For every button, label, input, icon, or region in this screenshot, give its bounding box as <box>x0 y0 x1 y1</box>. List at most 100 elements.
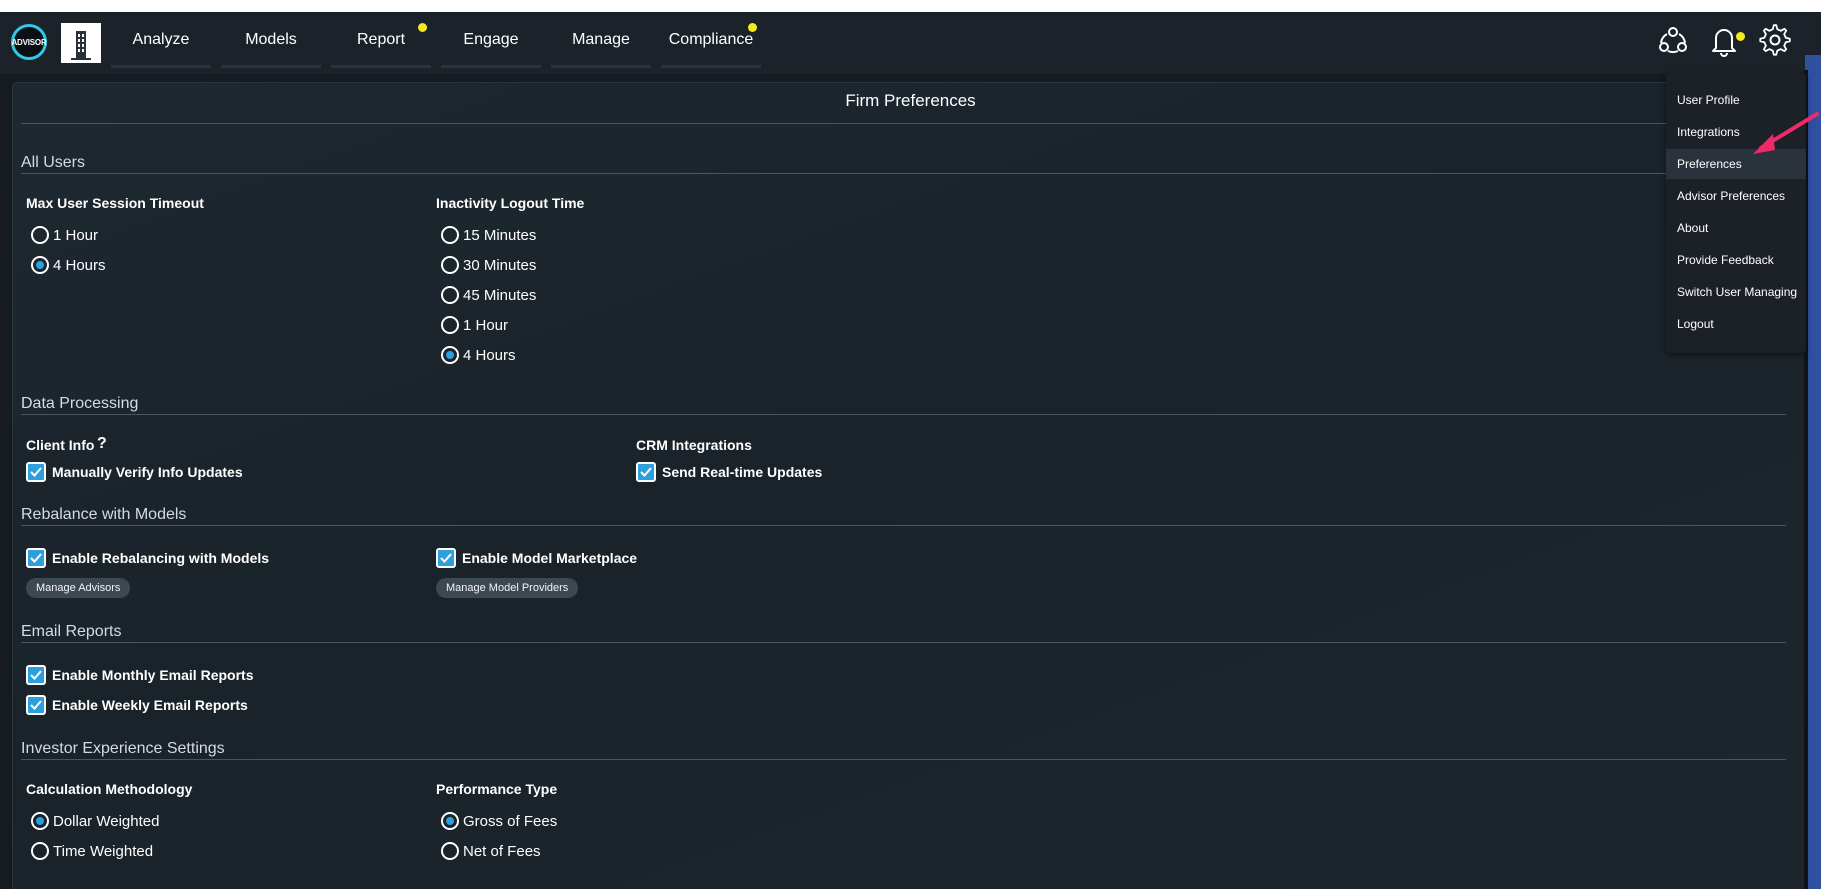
building-icon <box>71 31 91 60</box>
option-label: 45 Minutes <box>463 286 537 304</box>
nav-engage[interactable]: Engage <box>441 12 541 68</box>
radio-button[interactable] <box>441 286 459 304</box>
nav-compliance-label: Compliance <box>668 31 754 48</box>
firm-building-logo[interactable] <box>61 23 101 63</box>
radio-button[interactable] <box>441 316 459 334</box>
inactivity-option-45-minutes[interactable]: 45 Minutes <box>441 284 536 306</box>
checkbox-label: Enable Rebalancing with Models <box>52 550 270 566</box>
gear-icon[interactable] <box>1758 23 1792 57</box>
nav-models[interactable]: Models <box>221 12 321 68</box>
radio-button-selected[interactable] <box>31 256 49 274</box>
nav-underline <box>551 65 651 68</box>
checkbox-checked[interactable] <box>26 548 46 568</box>
menu-item-switch-user-managing[interactable]: Switch User Managing <box>1666 277 1806 307</box>
option-label: 1 Hour <box>53 226 99 244</box>
section-all-users: All Users <box>21 154 86 171</box>
title-divider <box>21 123 1786 124</box>
nav-analyze[interactable]: Analyze <box>111 12 211 68</box>
report-notification-dot <box>418 23 427 32</box>
compliance-notification-dot <box>748 23 757 32</box>
radio-button[interactable] <box>441 226 459 244</box>
option-label: 4 Hours <box>463 346 516 364</box>
menu-item-about[interactable]: About <box>1666 213 1806 243</box>
perf-option-net-of-fees[interactable]: Net of Fees <box>441 840 541 862</box>
section-divider <box>21 414 1786 415</box>
checkmark-icon <box>30 700 42 710</box>
radio-button[interactable] <box>441 256 459 274</box>
section-email-reports: Email Reports <box>21 623 122 640</box>
checkmark-icon <box>640 467 652 477</box>
client-info-label: Client Info <box>26 437 95 453</box>
checkbox-checked[interactable] <box>436 548 456 568</box>
nav-underline <box>331 65 431 68</box>
nav-engage-label: Engage <box>463 31 519 48</box>
annotation-arrow-icon <box>1753 112 1819 154</box>
crm-integrations-label: CRM Integrations <box>636 437 752 453</box>
option-label: Dollar Weighted <box>53 812 160 830</box>
session-timeout-option-4-hours[interactable]: 4 Hours <box>31 254 106 276</box>
nav-report[interactable]: Report <box>331 12 431 68</box>
nav-manage[interactable]: Manage <box>551 12 651 68</box>
firm-preferences-panel <box>12 82 1808 889</box>
nav-underline <box>111 65 211 68</box>
calc-option-time-weighted[interactable]: Time Weighted <box>31 840 153 862</box>
checkbox-label: Enable Weekly Email Reports <box>52 697 248 713</box>
nav-report-label: Report <box>356 31 406 48</box>
logo-text: ADVISOR <box>11 37 47 47</box>
checkbox-checked[interactable] <box>26 462 46 482</box>
enable-rebalancing-checkbox-row[interactable]: Enable Rebalancing with Models <box>26 547 269 569</box>
send-realtime-updates-checkbox-row[interactable]: Send Real-time Updates <box>636 461 822 483</box>
radio-button-selected[interactable] <box>441 812 459 830</box>
option-label: 30 Minutes <box>463 256 537 274</box>
nav-underline <box>221 65 321 68</box>
nav-analyze-label: Analyze <box>132 31 190 48</box>
performance-type-label: Performance Type <box>436 781 558 797</box>
radio-button[interactable] <box>31 842 49 860</box>
option-label: 1 Hour <box>463 316 509 334</box>
page-title: Firm Preferences <box>845 91 976 110</box>
inactivity-option-4-hours[interactable]: 4 Hours <box>441 344 516 366</box>
checkbox-checked[interactable] <box>636 462 656 482</box>
radio-button-selected[interactable] <box>31 812 49 830</box>
bell-icon[interactable] <box>1707 23 1741 57</box>
inactivity-logout-label: Inactivity Logout Time <box>436 195 585 211</box>
menu-item-advisor-preferences[interactable]: Advisor Preferences <box>1666 181 1806 211</box>
radio-button-selected[interactable] <box>441 346 459 364</box>
manage-model-providers-button[interactable]: Manage Model Providers <box>436 578 579 598</box>
section-investor-experience: Investor Experience Settings <box>21 740 225 757</box>
inactivity-option-1-hour[interactable]: 1 Hour <box>441 314 508 336</box>
manage-advisors-button[interactable]: Manage Advisors <box>26 578 131 598</box>
option-label: 4 Hours <box>53 256 106 274</box>
option-label: Net of Fees <box>463 842 541 860</box>
enable-model-marketplace-checkbox-row[interactable]: Enable Model Marketplace <box>436 547 637 569</box>
checkmark-icon <box>30 553 42 563</box>
help-icon[interactable]: ? <box>97 435 107 453</box>
checkbox-checked[interactable] <box>26 695 46 715</box>
radio-button[interactable] <box>31 226 49 244</box>
network-icon[interactable] <box>1656 23 1690 57</box>
nav-manage-label: Manage <box>572 31 630 48</box>
session-timeout-option-1-hour[interactable]: 1 Hour <box>31 224 98 246</box>
advisor-logo[interactable]: ADVISOR <box>11 24 47 60</box>
nav-compliance[interactable]: Compliance <box>661 12 761 68</box>
radio-button[interactable] <box>441 842 459 860</box>
checkmark-icon <box>30 670 42 680</box>
option-label: Gross of Fees <box>463 812 558 830</box>
manually-verify-checkbox-row[interactable]: Manually Verify Info Updates <box>26 461 243 483</box>
weekly-email-reports-checkbox-row[interactable]: Enable Weekly Email Reports <box>26 694 248 716</box>
monthly-email-reports-checkbox-row[interactable]: Enable Monthly Email Reports <box>26 664 253 686</box>
perf-option-gross-of-fees[interactable]: Gross of Fees <box>441 810 557 832</box>
checkbox-label: Manually Verify Info Updates <box>52 464 243 480</box>
option-label: Time Weighted <box>53 842 154 860</box>
menu-item-provide-feedback[interactable]: Provide Feedback <box>1666 245 1806 275</box>
session-timeout-label: Max User Session Timeout <box>26 195 204 211</box>
nav-models-label: Models <box>245 31 297 48</box>
checkbox-label: Enable Monthly Email Reports <box>52 667 254 683</box>
inactivity-option-30-minutes[interactable]: 30 Minutes <box>441 254 536 276</box>
menu-item-logout[interactable]: Logout <box>1666 309 1806 339</box>
calc-option-dollar-weighted[interactable]: Dollar Weighted <box>31 810 159 832</box>
section-divider <box>21 525 1786 526</box>
checkbox-label: Send Real-time Updates <box>662 464 823 480</box>
inactivity-option-15-minutes[interactable]: 15 Minutes <box>441 224 536 246</box>
checkbox-checked[interactable] <box>26 665 46 685</box>
